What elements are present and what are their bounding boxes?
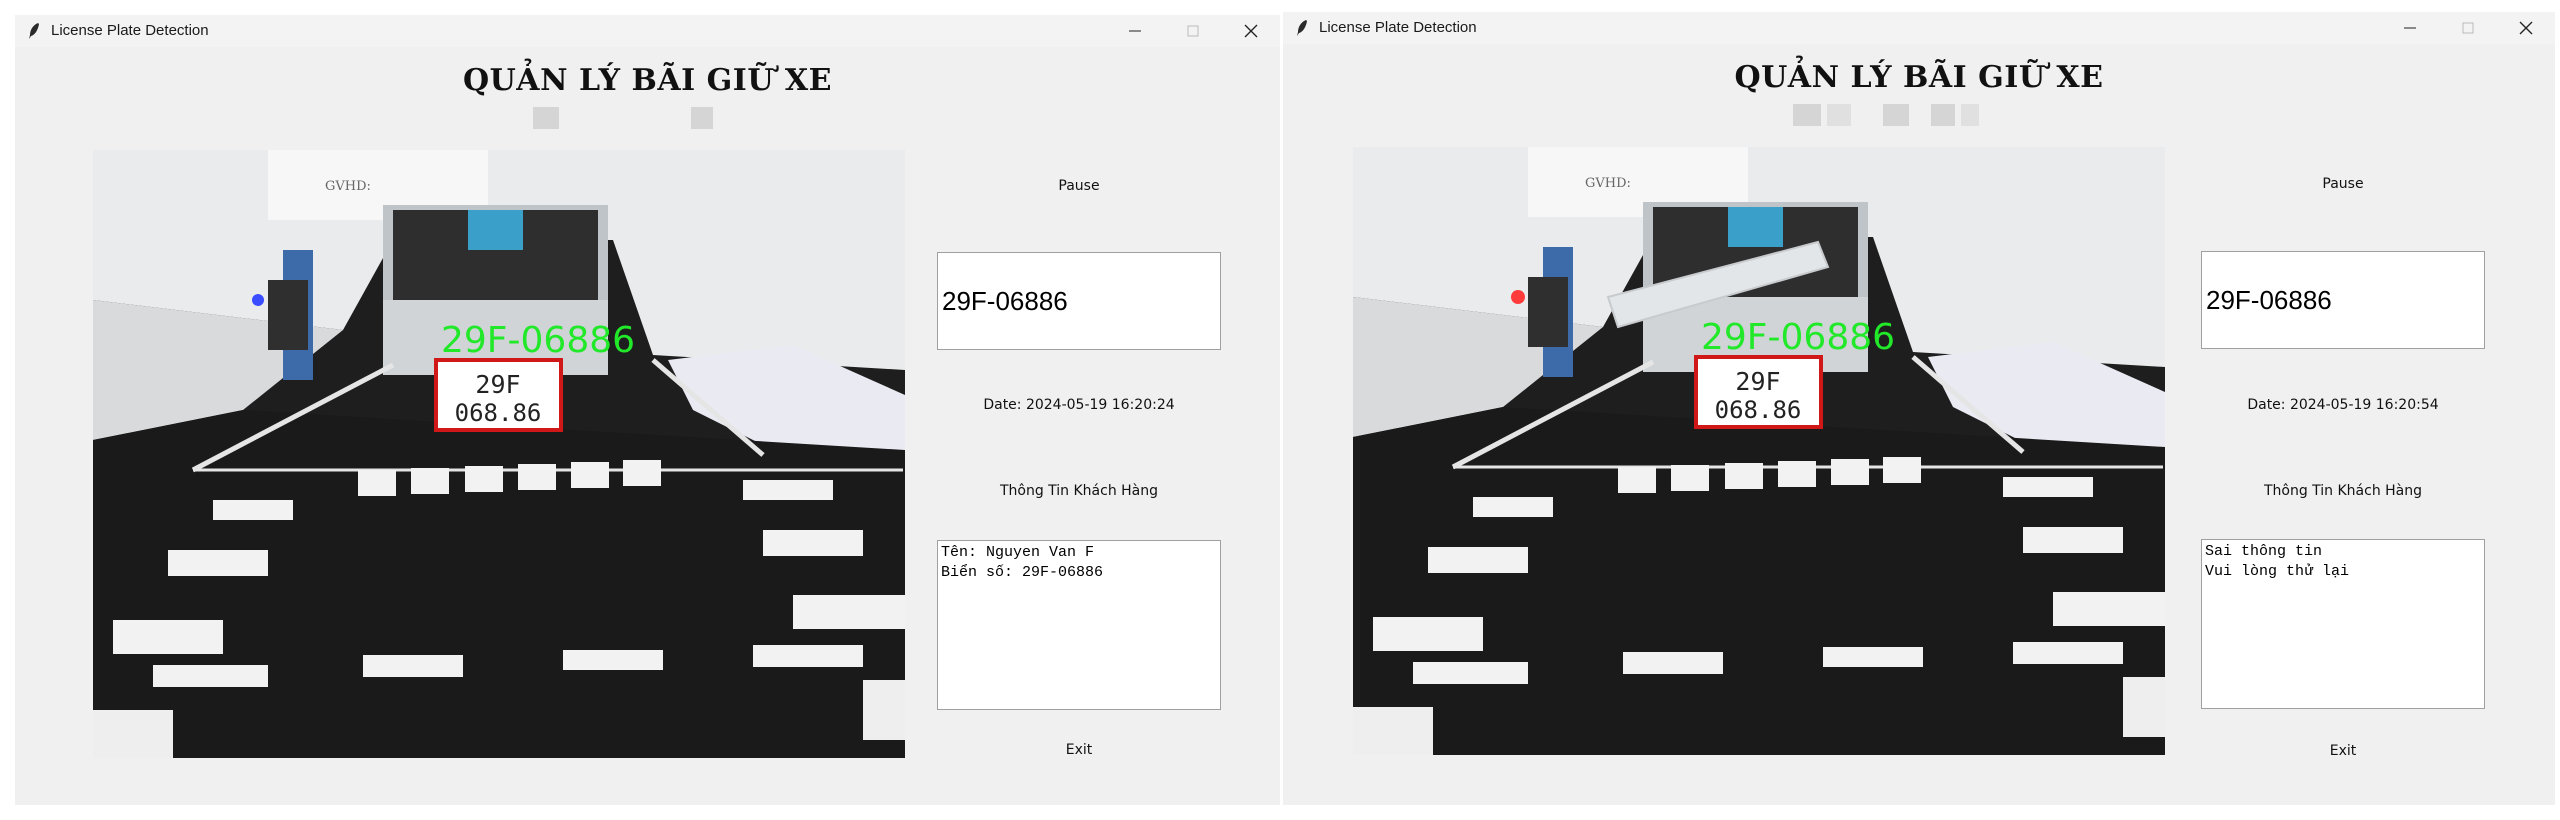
detection-overlay-text: 29F-06886 [1701, 317, 1895, 358]
pause-button[interactable]: Pause [2201, 176, 2485, 192]
plate-display: 29F-06886 [937, 252, 1221, 350]
info-line: Tên: Nguyen Van F [941, 544, 1095, 561]
camera-feed: GVHD: 29F 068.86 29F-06886 [93, 150, 905, 758]
window-title: License Plate Detection [51, 22, 209, 39]
control-panel: Pause 29F-06886 Date: 2024-05-19 16:20:2… [937, 15, 1221, 805]
pause-button[interactable]: Pause [937, 178, 1221, 194]
close-button[interactable] [2497, 12, 2555, 44]
app-window-left: License Plate Detection QUẢN LÝ BÃI GIỮ … [15, 15, 1280, 805]
plate-display: 29F-06886 [2201, 251, 2485, 349]
feather-icon [1297, 20, 1307, 36]
exit-button[interactable]: Exit [2201, 743, 2485, 759]
date-label: Date: 2024-05-19 16:20:24 [983, 397, 1175, 413]
customer-info-label: Thông Tin Khách Hàng [999, 483, 1159, 499]
plate-line-1: 29F [1735, 367, 1780, 396]
camera-feed: GVHD: 29F 068.86 29F-06886 [1353, 147, 2165, 755]
plate-line-1: 29F [475, 370, 520, 399]
blurred-names [1793, 104, 1979, 126]
feather-icon [29, 23, 39, 39]
sensor-led [1511, 290, 1525, 304]
close-icon [2519, 21, 2533, 35]
plate-line-2: 068.86 [455, 399, 542, 427]
gvhd-label: GVHD: [1585, 176, 1631, 191]
close-icon [1244, 24, 1258, 38]
date-label: Date: 2024-05-19 16:20:54 [2247, 397, 2439, 413]
plate-line-2: 068.86 [1715, 396, 1802, 424]
gvhd-label: GVHD: [325, 179, 371, 194]
window-title: License Plate Detection [1319, 19, 1477, 36]
sensor-led [252, 294, 264, 306]
close-button[interactable] [1222, 15, 1280, 47]
detection-overlay-text: 29F-06886 [441, 320, 635, 361]
exit-button[interactable]: Exit [937, 742, 1221, 758]
control-panel: Pause 29F-06886 Date: 2024-05-19 16:20:5… [2201, 12, 2485, 805]
info-line: Sai thông tin [2205, 543, 2323, 560]
app-window-right: License Plate Detection QUẢN LÝ BÃI GIỮ … [1283, 12, 2555, 805]
customer-info-label: Thông Tin Khách Hàng [2263, 483, 2423, 499]
info-line: Biển số: 29F-06886 [941, 564, 1104, 581]
info-line: Vui lòng thử lại [2205, 563, 2350, 580]
customer-info-text[interactable]: Sai thông tin Vui lòng thử lại [2201, 539, 2485, 709]
blurred-names [533, 107, 713, 129]
customer-info-text[interactable]: Tên: Nguyen Van F Biển số: 29F-06886 [937, 540, 1221, 710]
